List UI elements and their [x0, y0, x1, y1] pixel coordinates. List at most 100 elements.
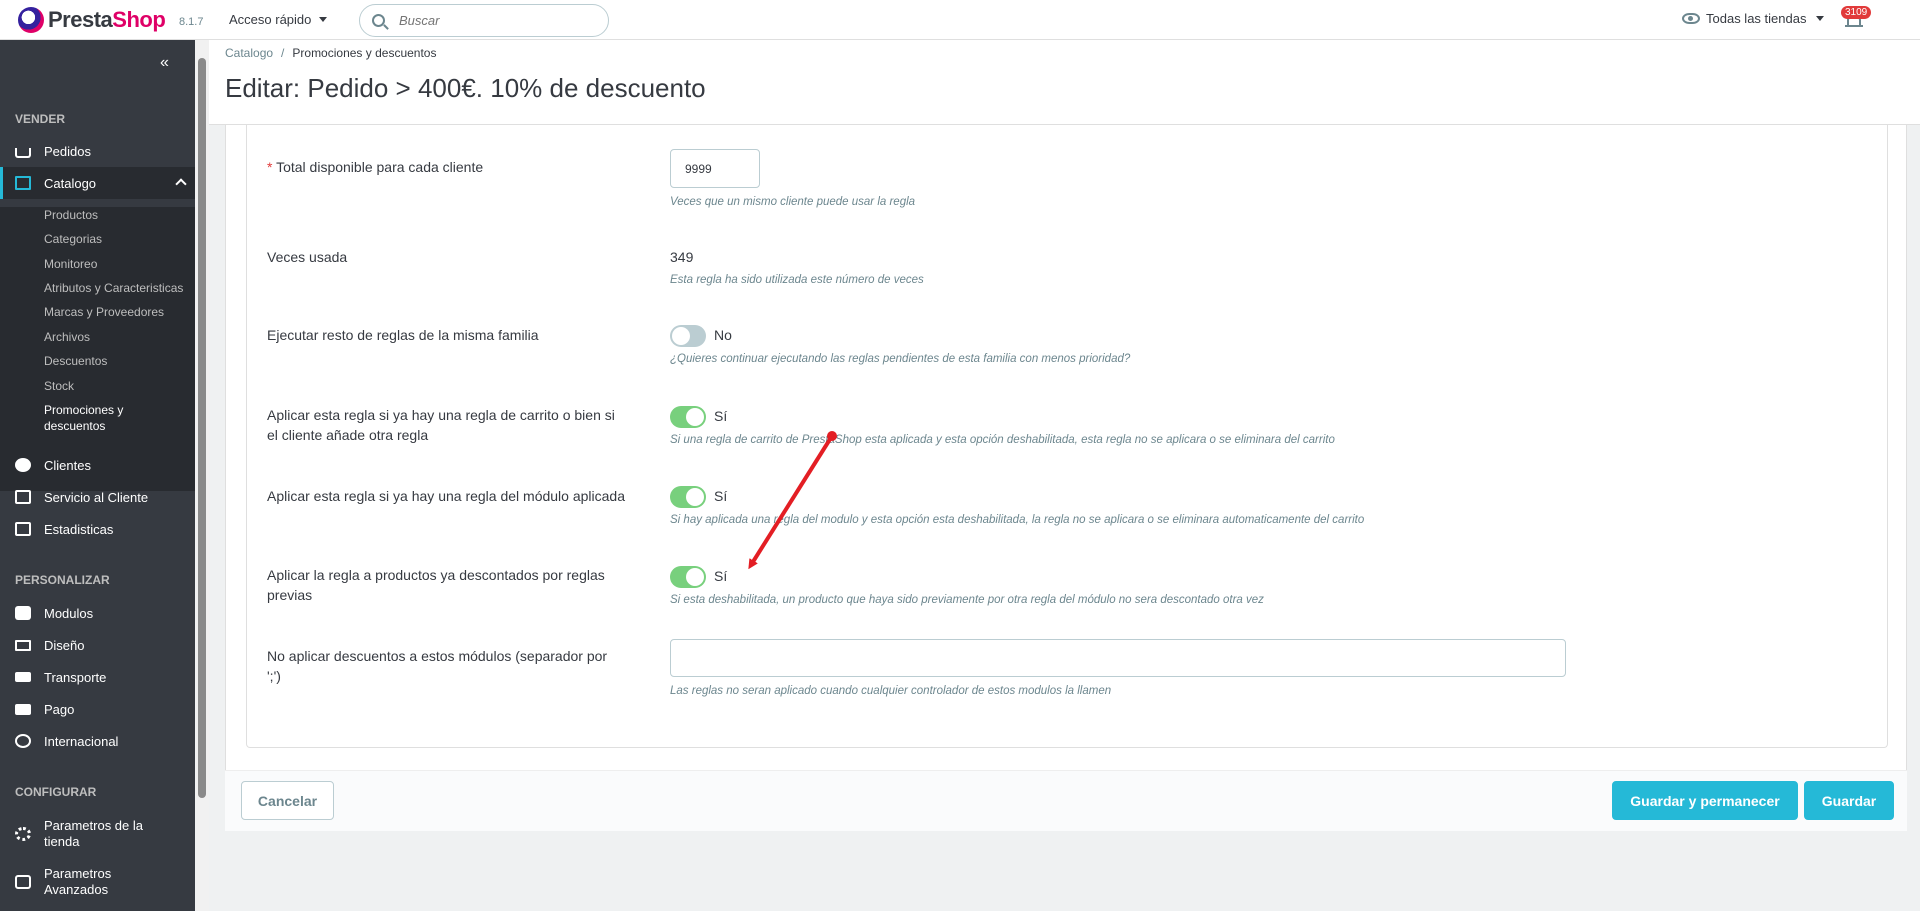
sidebar-scrollbar[interactable]	[195, 40, 209, 911]
breadcrumb: Catalogo / Promociones y descuentos	[225, 46, 437, 60]
sidebar-item-catalog[interactable]: Catalogo	[0, 167, 195, 199]
sidebar-item-label: Modulos	[44, 605, 94, 621]
eye-icon	[1682, 13, 1700, 24]
sidebar-item-label: Pedidos	[44, 143, 91, 159]
sidebar: « VENDER Pedidos Catalogo Productos Cate…	[0, 40, 195, 911]
apply-module-rule-toggle[interactable]	[670, 486, 706, 508]
exclude-modules-help: Las reglas no seran aplicado cuando cual…	[670, 685, 1112, 697]
section-title-sell: VENDER	[15, 112, 66, 126]
sidebar-item-advanced-parameters[interactable]: Parametros Avanzados	[0, 864, 195, 900]
run-rest-help: ¿Quieres continuar ejecutando las reglas…	[670, 353, 1131, 365]
sidebar-item-label: Internacional	[44, 733, 119, 749]
logo-text-presta: Presta	[48, 7, 113, 32]
sidebar-item-stats[interactable]: Estadisticas	[0, 513, 195, 545]
apply-module-rule-label: Aplicar esta regla si ya hay una regla d…	[267, 488, 625, 504]
user-icon	[15, 458, 31, 472]
save-and-stay-button[interactable]: Guardar y permanecer	[1612, 781, 1798, 820]
search-box[interactable]	[359, 4, 609, 37]
times-used-label: Veces usada	[267, 249, 348, 265]
credit-card-icon	[15, 703, 31, 715]
sidebar-subitem-monitoring[interactable]: Monitoreo	[44, 257, 97, 271]
page-title: Editar: Pedido > 400€. 10% de descuento	[225, 73, 706, 103]
top-header: PrestaShop 8.1.7 Acceso rápido Todas las…	[0, 0, 1920, 40]
section-title-customize: PERSONALIZAR	[15, 573, 110, 587]
sidebar-item-shipping[interactable]: Transporte	[0, 661, 195, 693]
version-label: 8.1.7	[179, 16, 204, 28]
save-button[interactable]: Guardar	[1804, 781, 1894, 820]
sidebar-subitem-files[interactable]: Archivos	[44, 330, 90, 344]
sidebar-item-label: Estadisticas	[44, 521, 114, 537]
store-selector[interactable]: Todas las tiendas	[1682, 11, 1825, 26]
apply-cart-rule-label: Aplicar esta regla si ya hay una regla d…	[267, 407, 615, 443]
exclude-modules-input[interactable]	[670, 639, 1566, 677]
prestashop-logo[interactable]: PrestaShop	[18, 7, 166, 33]
sidebar-subitem-products[interactable]: Productos	[44, 208, 98, 222]
sidebar-item-label: Servicio al Cliente	[44, 489, 149, 505]
total-per-customer-label: * Total disponible para cada cliente	[267, 159, 484, 175]
sidebar-item-modules[interactable]: Modulos	[0, 597, 195, 629]
breadcrumb-current[interactable]: Promociones y descuentos	[292, 46, 436, 60]
total-per-customer-help: Veces que un mismo cliente puede usar la…	[670, 196, 916, 208]
monitor-icon	[15, 639, 31, 651]
quick-access-label: Acceso rápido	[229, 12, 312, 27]
sidebar-item-label: Transporte	[44, 669, 107, 685]
sidebar-item-design[interactable]: Diseño	[0, 629, 195, 661]
run-rest-state: No	[714, 327, 732, 343]
sidebar-item-payment[interactable]: Pago	[0, 693, 195, 725]
times-used-value: 349	[670, 249, 694, 265]
apply-module-rule-state: Sí	[714, 488, 728, 504]
apply-discounted-state: Sí	[714, 568, 728, 584]
sidebar-item-international[interactable]: Internacional	[0, 725, 195, 757]
basket-icon	[15, 148, 31, 158]
required-marker: *	[267, 159, 273, 175]
logo-text-shop: Shop	[112, 7, 166, 32]
sidebar-item-label: Clientes	[44, 457, 91, 473]
apply-module-rule-help: Si hay aplicada una regla del modulo y e…	[670, 514, 1365, 526]
gear-icon	[15, 827, 31, 841]
apply-cart-rule-state: Sí	[714, 408, 728, 424]
apply-cart-rule-toggle[interactable]	[670, 406, 706, 428]
sidebar-subitem-stock[interactable]: Stock	[44, 379, 74, 393]
collapse-sidebar-icon[interactable]: «	[160, 54, 169, 72]
sidebar-subitem-categories[interactable]: Categorias	[44, 232, 102, 246]
times-used-help: Esta regla ha sido utilizada este número…	[670, 274, 924, 286]
prestashop-logo-icon	[18, 7, 44, 33]
chart-icon	[15, 522, 31, 536]
cancel-button[interactable]: Cancelar	[241, 781, 334, 820]
sidebar-item-label: Catalogo	[44, 175, 97, 191]
store-selector-label: Todas las tiendas	[1706, 11, 1807, 26]
sidebar-item-shop-parameters[interactable]: Parametros de la tienda	[0, 816, 195, 852]
sidebar-subitem-attributes[interactable]: Atributos y Caracteristicas	[44, 281, 183, 295]
exclude-modules-label: No aplicar descuentos a estos módulos (s…	[267, 648, 608, 684]
chevron-up-icon	[175, 178, 187, 190]
sidebar-item-customers[interactable]: Clientes	[0, 449, 195, 481]
sidebar-item-label: Pago	[44, 701, 75, 717]
sidebar-item-customer-service[interactable]: Servicio al Cliente	[0, 481, 195, 513]
breadcrumb-root[interactable]: Catalogo	[225, 46, 273, 60]
globe-icon	[15, 734, 31, 748]
caret-down-icon	[319, 17, 328, 22]
truck-icon	[15, 672, 31, 682]
search-icon	[372, 14, 385, 27]
store-icon	[15, 176, 31, 190]
sidebar-subitem-discounts[interactable]: Descuentos	[44, 354, 107, 368]
puzzle-icon	[15, 606, 31, 620]
sidebar-item-label: Diseño	[44, 637, 85, 653]
quick-access-dropdown[interactable]: Acceso rápido	[229, 12, 328, 27]
apply-cart-rule-help: Si una regla de carrito de PrestaShop es…	[670, 434, 1335, 446]
search-input[interactable]	[399, 13, 579, 28]
run-rest-toggle[interactable]	[670, 325, 706, 347]
sidebar-item-orders[interactable]: Pedidos	[0, 135, 195, 167]
cogs-icon	[15, 875, 31, 889]
apply-discounted-label: Aplicar la regla a productos ya desconta…	[267, 567, 605, 603]
total-per-customer-input[interactable]	[670, 149, 760, 188]
notifications-badge: 3109	[1841, 6, 1872, 19]
section-title-configure: CONFIGURAR	[15, 785, 97, 799]
sidebar-subitem-promotions[interactable]: Promociones y descuentos	[44, 402, 123, 434]
apply-discounted-toggle[interactable]	[670, 566, 706, 588]
run-rest-label: Ejecutar resto de reglas de la misma fam…	[267, 327, 539, 343]
sidebar-subitem-brands[interactable]: Marcas y Proveedores	[44, 305, 164, 319]
apply-discounted-help: Si esta deshabilitada, un producto que h…	[670, 594, 1264, 606]
scrollbar-thumb[interactable]	[198, 58, 206, 798]
caret-down-icon	[1816, 16, 1825, 21]
